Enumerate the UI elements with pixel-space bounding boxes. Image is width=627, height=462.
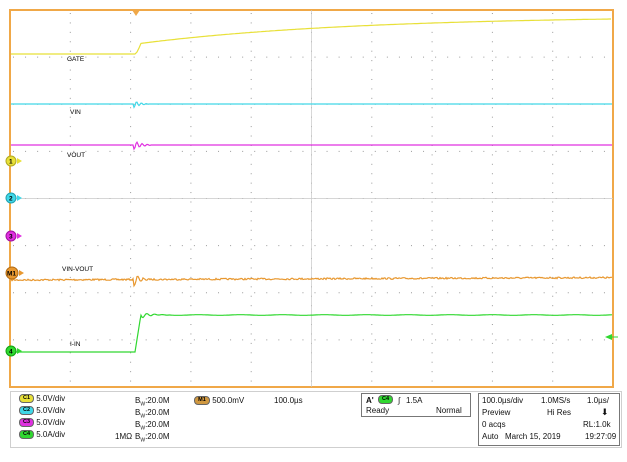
status-panel: C1 5.0V/div C2 5.0V/div C3 5.0V/div C4 5… [10,391,622,448]
channel-2-row[interactable]: C2 5.0V/div [19,406,65,416]
acquisition-date: March 15, 2019 [505,432,561,441]
svg-text:2: 2 [9,196,13,203]
channel-4-impedance: 1MΩ [115,432,133,441]
channel-3-badge[interactable]: C3 [19,418,34,428]
channel-4-badge[interactable]: C4 [19,430,34,440]
trigger-level: 1.5A [406,396,423,405]
channel-1-scale: 5.0V/div [36,394,66,403]
channel-1-badge[interactable]: C1 [19,394,34,404]
channel-2-bandwidth: BW:20.0M [135,408,170,420]
channel-3-bandwidth: BW:20.0M [135,420,170,432]
auto-label: Auto [482,432,499,441]
trace-label-i-in: I-IN [70,341,81,348]
channel-3-scale: 5.0V/div [36,418,66,427]
record-length: RL:1.0k [583,420,611,429]
svg-text:4: 4 [9,349,13,356]
waveform-display[interactable]: GATE VIN VOUT VIN-VOUT I-IN 1 2 3 M1 4 [0,0,627,457]
sample-rate: 1.0MS/s [541,396,571,405]
channel-4-row[interactable]: C4 5.0A/div [19,430,65,440]
math-1-scale: 500.0mV [212,396,245,405]
trace-label-gate: GATE [67,56,85,63]
preview-label: Preview [482,408,511,417]
timebase: 100.0µs/div [482,396,524,405]
trigger-mode: Normal [436,406,462,415]
channel-1-bandwidth: BW:20.0M [135,396,170,408]
acquisition-box[interactable]: 100.0µs/div 1.0MS/s 1.0µs/ Preview Hi Re… [478,393,620,446]
trace-label-vin: VIN [70,109,81,116]
math-1-badge[interactable]: M1 [194,396,210,406]
trigger-box[interactable]: A' C4 ∫ 1.5A Ready Normal [361,393,471,417]
trigger-slope-icon: ∫ [398,396,401,405]
math-1-row[interactable]: M1 500.0mV [194,396,245,406]
acquisition-mode: Hi Res [547,408,572,417]
math-1-time: 100.0µs [274,396,303,405]
channel-2-scale: 5.0V/div [36,406,66,415]
trigger-source-badge[interactable]: C4 [378,395,393,405]
trigger-prefix: A' [366,396,374,405]
channel-4-scale: 5.0A/div [36,430,66,439]
channel-2-badge[interactable]: C2 [19,406,34,416]
acquisition-count: 0 acqs [482,420,506,429]
trace-label-vin-vout: VIN-VOUT [62,266,93,273]
trigger-source: C4 [378,395,393,405]
trace-label-vout: VOUT [67,152,85,159]
acquisition-time: 19:27:09 [585,432,617,441]
channel-4-bandwidth: BW:20.0M [135,432,170,444]
oscilloscope-screen: GATE VIN VOUT VIN-VOUT I-IN 1 2 3 M1 4 C… [0,0,627,457]
sample-resolution: 1.0µs/ [587,396,609,405]
svg-text:3: 3 [9,234,13,241]
trigger-state: Ready [366,406,390,415]
channel-3-row[interactable]: C3 5.0V/div [19,418,65,428]
arrow-down-icon: ⬇ [601,407,609,417]
svg-text:M1: M1 [7,271,16,278]
svg-text:1: 1 [9,159,13,166]
channel-1-row[interactable]: C1 5.0V/div [19,394,65,404]
